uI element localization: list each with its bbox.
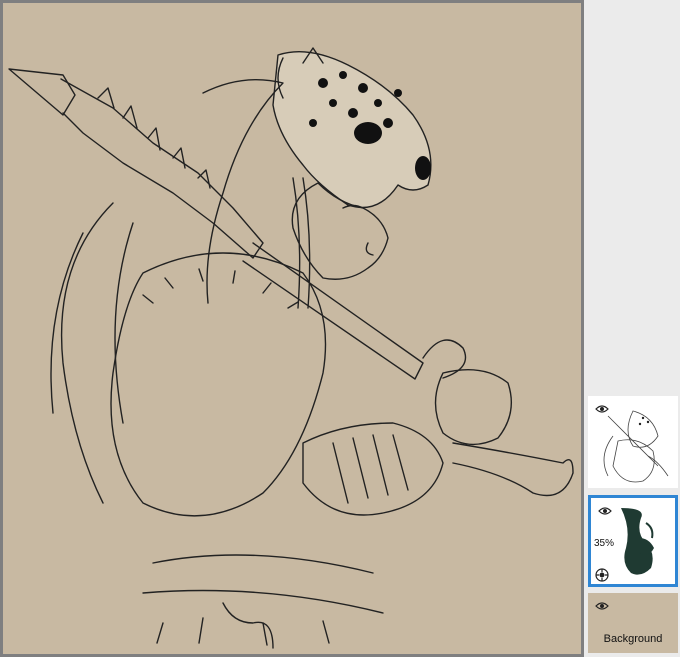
line-art-drawing bbox=[8, 47, 574, 649]
canvas-frame bbox=[0, 0, 584, 657]
layer-shadow[interactable]: 35% bbox=[588, 495, 678, 587]
clipping-icon[interactable] bbox=[595, 568, 609, 582]
eye-icon[interactable] bbox=[598, 506, 612, 516]
layer-opacity: 35% bbox=[594, 538, 615, 549]
drawing-canvas[interactable] bbox=[3, 3, 581, 654]
eye-icon[interactable] bbox=[595, 601, 609, 611]
layer-name: Background bbox=[603, 633, 663, 645]
layer-line-art[interactable] bbox=[588, 396, 678, 488]
eye-icon[interactable] bbox=[595, 404, 609, 414]
layer-background[interactable]: Background bbox=[588, 593, 678, 653]
layers-panel: 35% Background bbox=[584, 0, 680, 657]
